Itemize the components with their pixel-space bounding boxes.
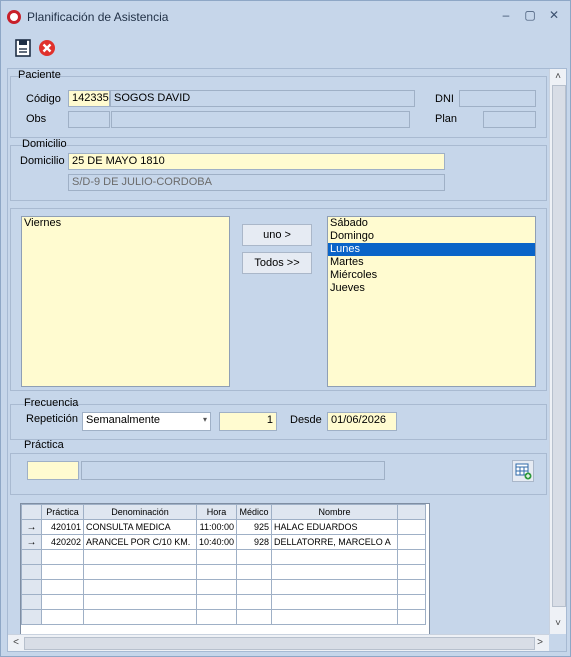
form-scroll-area: Paciente Código 142335 SOGOS DAVID DNI O… — [7, 68, 567, 652]
domicilio-calle-field[interactable]: 25 DE MAYO 1810 — [68, 153, 445, 170]
domicilio-label: Domicilio — [20, 155, 65, 167]
repeticion-select[interactable]: Semanalmente ▾ — [82, 412, 211, 431]
dni-field[interactable] — [459, 90, 536, 107]
cell-practica[interactable]: 420202 — [41, 534, 84, 550]
horizontal-scrollbar[interactable]: < > — [8, 634, 549, 651]
list-item-selected[interactable]: Lunes — [328, 243, 535, 256]
window-title: Planificación de Asistencia — [27, 10, 169, 24]
cell-nombre[interactable]: HALAC EDUARDOS — [271, 519, 399, 535]
paciente-nombre-field[interactable]: SOGOS DAVID — [110, 90, 415, 107]
practicas-grid[interactable]: Práctica Denominación Hora Médico Nombre… — [20, 503, 430, 636]
col-header-medico[interactable]: Médico — [236, 504, 273, 520]
table-row-empty — [21, 594, 427, 610]
list-item[interactable]: Sábado — [328, 217, 535, 230]
minimize-icon[interactable]: – — [497, 7, 515, 23]
app-logo-icon — [7, 10, 21, 24]
uno-button[interactable]: uno > — [242, 224, 312, 246]
header-indicator — [21, 504, 42, 520]
cell-empty — [397, 519, 427, 535]
codigo-field[interactable]: 142335 — [68, 90, 110, 107]
table-row-empty — [21, 609, 427, 625]
vertical-scroll-thumb[interactable] — [552, 85, 566, 607]
col-header-denominacion[interactable]: Denominación — [83, 504, 197, 520]
practica-group-label: Práctica — [24, 439, 64, 451]
main-window: Planificación de Asistencia – ▢ ✕ Pacien… — [0, 0, 571, 657]
obs-label: Obs — [26, 113, 47, 125]
scroll-down-icon[interactable]: ˅ — [551, 617, 565, 631]
dias-seleccionados-list[interactable]: Sábado Domingo Lunes Martes Miércoles Ju… — [327, 216, 536, 387]
col-header-hora[interactable]: Hora — [195, 504, 238, 520]
scroll-right-icon[interactable]: > — [533, 636, 547, 650]
table-row-empty — [21, 564, 427, 580]
practica-code-field[interactable] — [27, 461, 79, 480]
codigo-label: Código — [26, 93, 61, 105]
todos-button[interactable]: Todos >> — [242, 252, 312, 274]
list-item[interactable]: Domingo — [328, 230, 535, 243]
cell-medico[interactable]: 928 — [236, 534, 273, 550]
dias-disponibles-list[interactable]: Viernes — [21, 216, 230, 387]
list-item[interactable]: Miércoles — [328, 269, 535, 282]
row-arrow-icon: → — [21, 519, 42, 535]
plan-label: Plan — [435, 113, 458, 125]
obs-field[interactable] — [111, 111, 410, 128]
maximize-icon[interactable]: ▢ — [521, 7, 539, 23]
scroll-left-icon[interactable]: < — [9, 636, 23, 650]
list-item[interactable]: Jueves — [328, 282, 535, 295]
vertical-scrollbar[interactable]: ˄ ˅ — [549, 69, 566, 634]
cell-hora[interactable]: 10:40:00 — [195, 534, 238, 550]
desde-label: Desde — [290, 414, 322, 426]
list-item[interactable]: Viernes — [22, 217, 229, 230]
cell-hora[interactable]: 11:00:00 — [195, 519, 238, 535]
list-item[interactable]: Martes — [328, 256, 535, 269]
table-row[interactable]: → 420202 ARANCEL POR C/10 KM. 10:40:00 9… — [21, 534, 427, 550]
domicilio-detalle-field[interactable]: S/D-9 DE JULIO-CORDOBA — [68, 174, 445, 191]
cell-medico[interactable]: 925 — [236, 519, 273, 535]
desde-field[interactable]: 01/06/2026 — [327, 412, 397, 431]
table-header-row: Práctica Denominación Hora Médico Nombre — [21, 504, 427, 520]
cell-practica[interactable]: 420101 — [41, 519, 84, 535]
paciente-group-label: Paciente — [18, 69, 61, 81]
col-header-nombre[interactable]: Nombre — [271, 504, 399, 520]
col-header-empty — [397, 504, 427, 520]
domicilio-group-label: Domicilio — [22, 138, 67, 150]
chevron-down-icon[interactable]: ▾ — [203, 415, 207, 424]
cell-nombre[interactable]: DELLATORRE, MARCELO A — [271, 534, 399, 550]
table-row-empty — [21, 579, 427, 595]
table-row-empty — [21, 549, 427, 565]
scroll-up-icon[interactable]: ˄ — [551, 70, 565, 84]
obs-code-field[interactable] — [68, 111, 110, 128]
grid-add-icon — [515, 463, 532, 480]
paciente-group — [10, 76, 547, 138]
cell-denominacion[interactable]: CONSULTA MEDICA — [83, 519, 197, 535]
cell-empty — [397, 534, 427, 550]
plan-field[interactable] — [483, 111, 536, 128]
repeticion-value: Semanalmente — [86, 414, 160, 426]
row-arrow-icon: → — [21, 534, 42, 550]
cantidad-field[interactable]: 1 — [219, 412, 277, 431]
repeticion-label: Repetición — [26, 413, 78, 425]
cancel-icon[interactable] — [38, 39, 56, 57]
cell-denominacion[interactable]: ARANCEL POR C/10 KM. — [83, 534, 197, 550]
save-icon[interactable] — [14, 39, 32, 57]
table-row[interactable]: → 420101 CONSULTA MEDICA 11:00:00 925 HA… — [21, 519, 427, 535]
title-bar: Planificación de Asistencia – ▢ ✕ — [1, 1, 570, 31]
dni-label: DNI — [435, 93, 454, 105]
col-header-practica[interactable]: Práctica — [41, 504, 84, 520]
add-practica-button[interactable] — [512, 460, 534, 482]
frecuencia-group-label: Frecuencia — [24, 397, 79, 409]
practica-desc-field[interactable] — [81, 461, 385, 480]
horizontal-scroll-thumb[interactable] — [24, 637, 535, 650]
close-window-icon[interactable]: ✕ — [545, 7, 563, 23]
